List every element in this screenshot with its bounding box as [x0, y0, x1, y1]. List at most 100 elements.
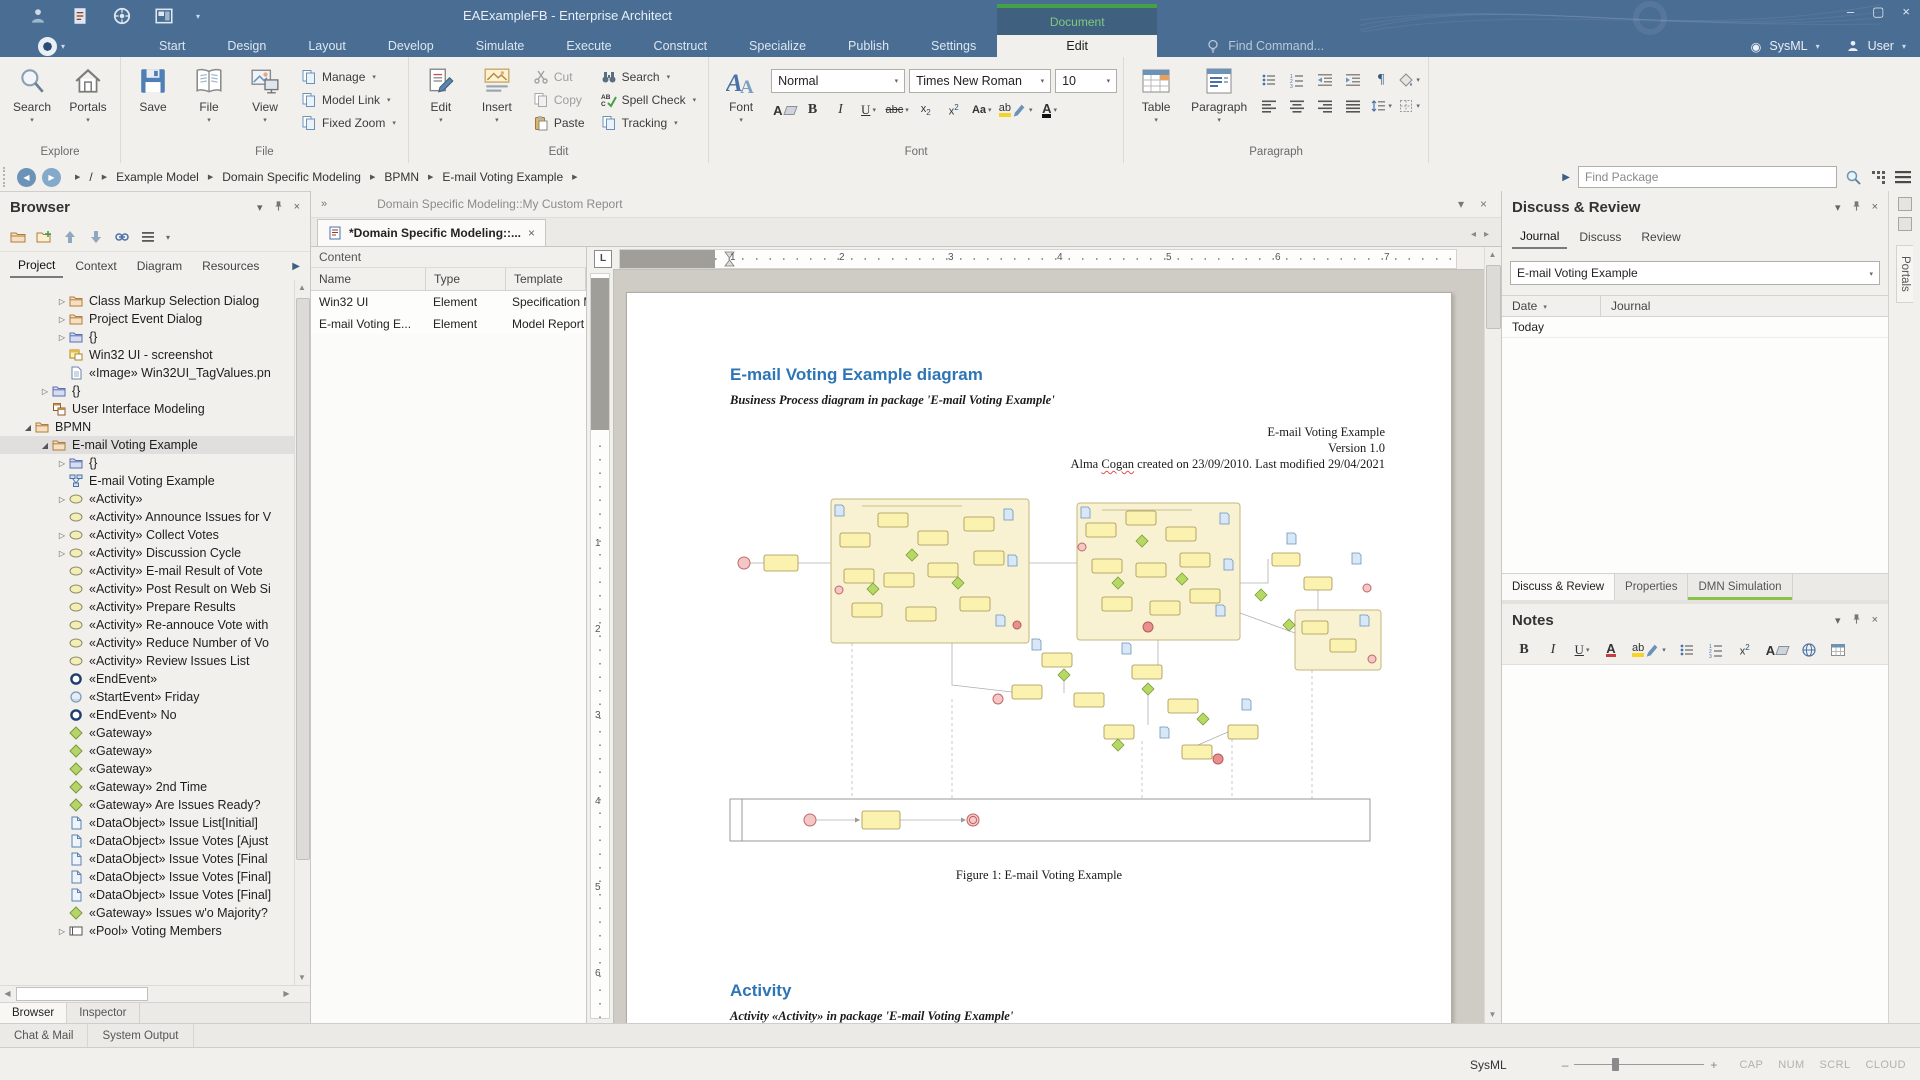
tree-item-gateway[interactable]: «Gateway» — [0, 760, 310, 778]
ribbon-tab-layout[interactable]: Layout — [287, 35, 367, 57]
back-button[interactable]: ◀ — [17, 168, 36, 187]
paste-button[interactable]: Paste — [527, 113, 591, 133]
pilcrow-button[interactable]: ¶ — [1368, 69, 1394, 91]
forward-button[interactable]: ▶ — [42, 168, 61, 187]
line-spacing-button[interactable]: ▾ — [1368, 95, 1394, 117]
align-justify-button[interactable] — [1340, 95, 1366, 117]
tree-item-activity-re-annouce-vote-with[interactable]: «Activity» Re-annouce Vote with — [0, 616, 310, 634]
browser-tab-diagram[interactable]: Diagram — [129, 255, 190, 277]
tree-item-dataobject-issue-list-initial[interactable]: «DataObject» Issue List[Initial] — [0, 814, 310, 832]
document-page[interactable]: E-mail Voting Example diagram Business P… — [626, 292, 1452, 1023]
notes-numbered-list-button[interactable]: 123 — [1706, 640, 1726, 660]
tab-stop-selector[interactable]: L — [594, 250, 612, 268]
align-center-button[interactable] — [1284, 95, 1310, 117]
save-button[interactable]: Save — [127, 61, 179, 142]
expand-icon[interactable]: ▷ — [55, 927, 69, 936]
document-quick-icon[interactable] — [70, 5, 90, 27]
breadcrumb-item-example-model[interactable]: Example Model — [116, 170, 199, 184]
expand-icon[interactable]: ▷ — [38, 387, 52, 396]
user-caret-icon[interactable]: ▾ — [1902, 42, 1906, 51]
bold-button[interactable]: B — [800, 99, 826, 121]
breadcrumb-item-e-mail-voting-example[interactable]: E-mail Voting Example — [442, 170, 563, 184]
search-package-icon[interactable] — [1845, 169, 1862, 186]
tree-item-win32-ui-screenshot[interactable]: Win32 UI - screenshot — [0, 346, 310, 364]
browser-horizontal-scrollbar[interactable]: ◀ ▶ — [0, 985, 310, 1002]
notes-menu-icon[interactable]: ▾ — [1835, 614, 1841, 627]
tree-item-activity-reduce-number-of-vo[interactable]: «Activity» Reduce Number of Vo — [0, 634, 310, 652]
indent-button[interactable] — [1340, 69, 1366, 91]
browser-tab-resources[interactable]: Resources — [194, 255, 267, 277]
wheel-quick-icon[interactable] — [112, 5, 132, 27]
tree-item-[interactable]: ▷{} — [0, 328, 310, 346]
browser-foot-tab-inspector[interactable]: Inspector — [67, 1003, 139, 1023]
content-row[interactable]: E-mail Voting E...ElementModel Report — [311, 313, 586, 335]
tree-item-gateway-are-issues-ready[interactable]: «Gateway» Are Issues Ready? — [0, 796, 310, 814]
paragraph-button[interactable]: Paragraph▾ — [1186, 61, 1252, 142]
up-arrow-icon[interactable] — [62, 229, 78, 245]
tree-item-dataobject-issue-votes-final[interactable]: «DataObject» Issue Votes [Final — [0, 850, 310, 868]
ribbon-tab-simulate[interactable]: Simulate — [455, 35, 546, 57]
journal-column-header[interactable]: Journal — [1601, 296, 1650, 316]
doc-scroll-down-icon[interactable]: ▼ — [1485, 1007, 1500, 1023]
font-color-button[interactable]: A▾ — [1037, 99, 1063, 121]
model-grid-icon[interactable] — [1870, 169, 1886, 185]
tree-item-dataobject-issue-votes-ajust[interactable]: «DataObject» Issue Votes [Ajust — [0, 832, 310, 850]
discuss-close-icon[interactable]: × — [1872, 201, 1878, 213]
strikethrough-button[interactable]: abc▾ — [884, 99, 911, 121]
content-row[interactable]: Win32 UIElementSpecification M... — [311, 291, 586, 313]
dock-icon-1[interactable] — [1898, 197, 1912, 211]
tree-item-dataobject-issue-votes-final[interactable]: «DataObject» Issue Votes [Final] — [0, 886, 310, 904]
tree-item-endevent-no[interactable]: «EndEvent» No — [0, 706, 310, 724]
scroll-left-icon[interactable]: ◀ — [0, 986, 15, 1001]
tab-scroll-left-icon[interactable]: ◂ — [1471, 229, 1476, 240]
scroll-down-icon[interactable]: ▼ — [295, 970, 309, 985]
notes-clear-format-button[interactable]: A — [1764, 640, 1790, 660]
tree-item-gateway-issues-w-o-majority[interactable]: «Gateway» Issues w'o Majority? — [0, 904, 310, 922]
tree-item-dataobject-issue-votes-final[interactable]: «DataObject» Issue Votes [Final] — [0, 868, 310, 886]
expand-icon[interactable]: ▷ — [55, 297, 69, 306]
spell-check-button[interactable]: ABCSpell Check▾ — [595, 90, 703, 110]
outdent-button[interactable] — [1312, 69, 1338, 91]
tree-item-activity-announce-issues-for-v[interactable]: «Activity» Announce Issues for V — [0, 508, 310, 526]
search-text-button[interactable]: Search▾ — [595, 67, 703, 87]
zoom-slider[interactable]: – + — [1562, 1058, 1718, 1072]
browser-toolbar-caret-icon[interactable]: ▾ — [166, 233, 170, 242]
font-family-select[interactable]: Times New Roman▾ — [909, 69, 1051, 93]
tree-item-startevent-friday[interactable]: «StartEvent» Friday — [0, 688, 310, 706]
numbered-list-button[interactable]: 123 — [1284, 69, 1310, 91]
layout-quick-icon[interactable] — [154, 5, 174, 27]
document-canvas[interactable]: 123456 E-mail Voting Example diagram Bus… — [587, 269, 1485, 1023]
tree-item-activity-e-mail-result-of-vote[interactable]: «Activity» E-mail Result of Vote — [0, 562, 310, 580]
ribbon-tab-settings[interactable]: Settings — [910, 35, 997, 57]
browser-tabs-more-icon[interactable]: ▶ — [292, 261, 300, 272]
breadcrumb-item-domain-specific-modeling[interactable]: Domain Specific Modeling — [222, 170, 361, 184]
open-folder-icon[interactable] — [10, 229, 26, 245]
italic-button[interactable]: I — [828, 99, 854, 121]
panel-tab-discuss-review[interactable]: Discuss & Review — [1502, 574, 1615, 600]
tree-item-e-mail-voting-example[interactable]: ◢E-mail Voting Example — [0, 436, 310, 454]
discuss-tab-discuss[interactable]: Discuss — [1571, 226, 1629, 248]
notes-highlight-button[interactable]: ab▾ — [1630, 640, 1668, 660]
tree-item-pool-voting-members[interactable]: ▷«Pool» Voting Members — [0, 922, 310, 940]
tree-item-activity-prepare-results[interactable]: «Activity» Prepare Results — [0, 598, 310, 616]
borders-button[interactable]: ▾ — [1396, 95, 1422, 117]
ribbon-tab-publish[interactable]: Publish — [827, 35, 910, 57]
browser-foot-tab-browser[interactable]: Browser — [0, 1003, 67, 1023]
breadcrumb-item-bpmn[interactable]: BPMN — [384, 170, 419, 184]
notes-font-color-red-button[interactable]: A — [1601, 640, 1621, 660]
ribbon-tab-construct[interactable]: Construct — [633, 35, 729, 57]
user-quick-icon[interactable] — [28, 5, 48, 27]
discuss-tab-review[interactable]: Review — [1633, 226, 1688, 248]
notes-pin-icon[interactable] — [1851, 613, 1862, 628]
tree-item-gateway[interactable]: «Gateway» — [0, 724, 310, 742]
portals-vertical-tab[interactable]: Portals — [1896, 245, 1913, 303]
tree-item-[interactable]: ▷{} — [0, 454, 310, 472]
manage-button[interactable]: Manage▾ — [295, 67, 402, 87]
tree-item-gateway[interactable]: «Gateway» — [0, 742, 310, 760]
notes-content[interactable] — [1502, 665, 1888, 1023]
contextual-tab-document[interactable]: Document — [997, 4, 1157, 35]
find-command[interactable]: Find Command... — [1207, 35, 1324, 57]
tree-item-bpmn[interactable]: ◢BPMN — [0, 418, 310, 436]
notes-superscript-button[interactable]: x2 — [1735, 640, 1755, 660]
tree-item-project-event-dialog[interactable]: ▷Project Event Dialog — [0, 310, 310, 328]
